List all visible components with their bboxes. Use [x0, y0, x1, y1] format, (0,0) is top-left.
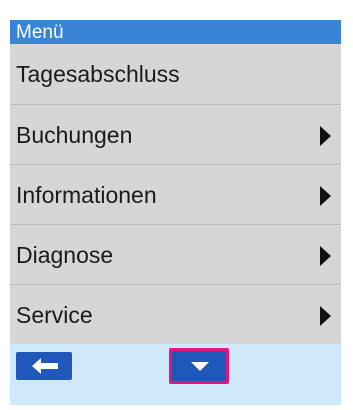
menu-item-label: Diagnose: [16, 242, 114, 268]
menu-item-buchungen[interactable]: Buchungen: [10, 104, 341, 164]
triangle-down-icon: [191, 362, 209, 371]
scroll-down-button[interactable]: [169, 348, 229, 384]
menu-item-label: Informationen: [16, 182, 157, 208]
menu-item-label: Buchungen: [16, 122, 133, 148]
menu-header: Menü: [10, 20, 341, 44]
arrow-left-icon: [32, 358, 58, 374]
menu-item-diagnose[interactable]: Diagnose: [10, 224, 341, 284]
chevron-right-icon: [320, 126, 331, 146]
menu-item-tagesabschluss[interactable]: Tagesabschluss: [10, 44, 341, 104]
menu-item-label: Service: [16, 302, 93, 328]
footer-toolbar: [10, 344, 341, 405]
menu-item-service[interactable]: Service: [10, 284, 341, 344]
scroll-down-button-face: [175, 354, 223, 378]
chevron-right-icon: [320, 246, 331, 266]
chevron-right-icon: [320, 306, 331, 326]
menu-item-informationen[interactable]: Informationen: [10, 164, 341, 224]
menu-title: Menü: [16, 22, 64, 43]
device-screen: Menü Tagesabschluss Buchungen Informatio…: [10, 20, 341, 405]
menu-list: Tagesabschluss Buchungen Informationen D…: [10, 44, 341, 344]
chevron-right-icon: [320, 186, 331, 206]
menu-item-label: Tagesabschluss: [16, 61, 180, 87]
back-button[interactable]: [16, 352, 72, 380]
